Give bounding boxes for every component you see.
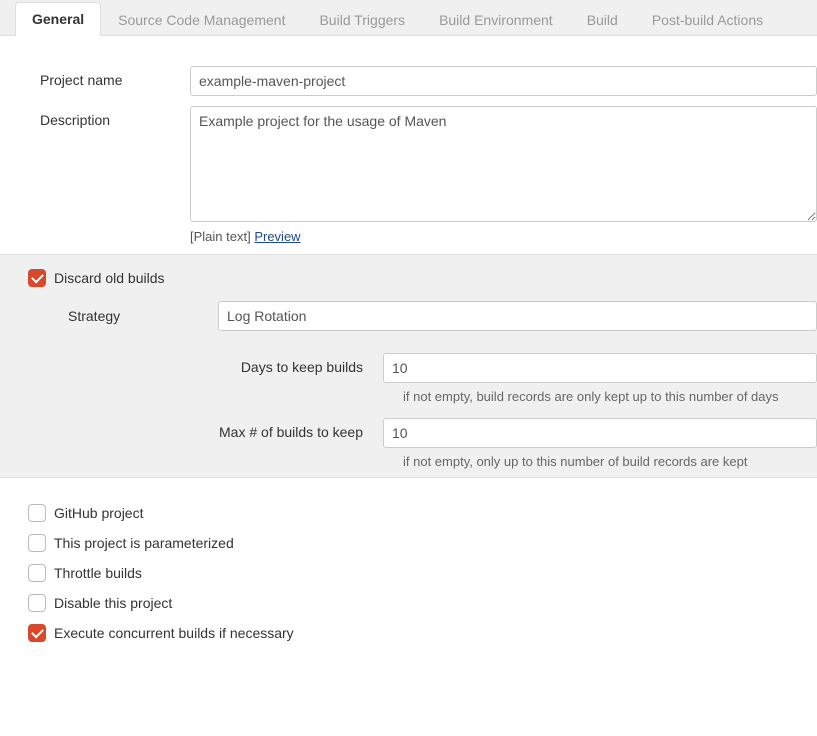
- tab-general[interactable]: General: [15, 2, 101, 36]
- concurrent-checkbox[interactable]: [28, 624, 46, 642]
- options-block: GitHub project This project is parameter…: [0, 478, 817, 658]
- days-keep-input[interactable]: [383, 353, 817, 383]
- project-name-input[interactable]: [190, 66, 817, 96]
- project-name-label: Project name: [40, 66, 190, 88]
- tab-triggers[interactable]: Build Triggers: [302, 3, 422, 36]
- tab-scm[interactable]: Source Code Management: [101, 3, 302, 36]
- throttle-label: Throttle builds: [54, 565, 142, 581]
- discard-old-label: Discard old builds: [54, 270, 165, 286]
- plain-text-label: [Plain text]: [190, 229, 251, 244]
- max-builds-label: Max # of builds to keep: [218, 418, 383, 440]
- days-keep-label: Days to keep builds: [218, 353, 383, 375]
- throttle-checkbox[interactable]: [28, 564, 46, 582]
- max-builds-input[interactable]: [383, 418, 817, 448]
- strategy-label: Strategy: [68, 308, 218, 324]
- github-checkbox[interactable]: [28, 504, 46, 522]
- github-label: GitHub project: [54, 505, 143, 521]
- general-pane: Project name Description Example project…: [0, 36, 817, 678]
- tab-post[interactable]: Post-build Actions: [635, 3, 780, 36]
- description-label: Description: [40, 106, 190, 128]
- preview-link[interactable]: Preview: [254, 229, 300, 244]
- strategy-select[interactable]: Log Rotation: [218, 301, 817, 331]
- disable-checkbox[interactable]: [28, 594, 46, 612]
- discard-old-checkbox[interactable]: [28, 269, 46, 287]
- max-builds-help: if not empty, only up to this number of …: [218, 454, 817, 469]
- concurrent-label: Execute concurrent builds if necessary: [54, 625, 294, 641]
- disable-label: Disable this project: [54, 595, 172, 611]
- tab-bar: General Source Code Management Build Tri…: [0, 0, 817, 36]
- tab-build[interactable]: Build: [570, 3, 635, 36]
- days-keep-help: if not empty, build records are only kep…: [218, 389, 817, 404]
- description-textarea[interactable]: Example project for the usage of Maven: [190, 106, 817, 222]
- tab-env[interactable]: Build Environment: [422, 3, 570, 36]
- parameterized-label: This project is parameterized: [54, 535, 234, 551]
- discard-section: Discard old builds Strategy Log Rotation…: [0, 254, 817, 478]
- parameterized-checkbox[interactable]: [28, 534, 46, 552]
